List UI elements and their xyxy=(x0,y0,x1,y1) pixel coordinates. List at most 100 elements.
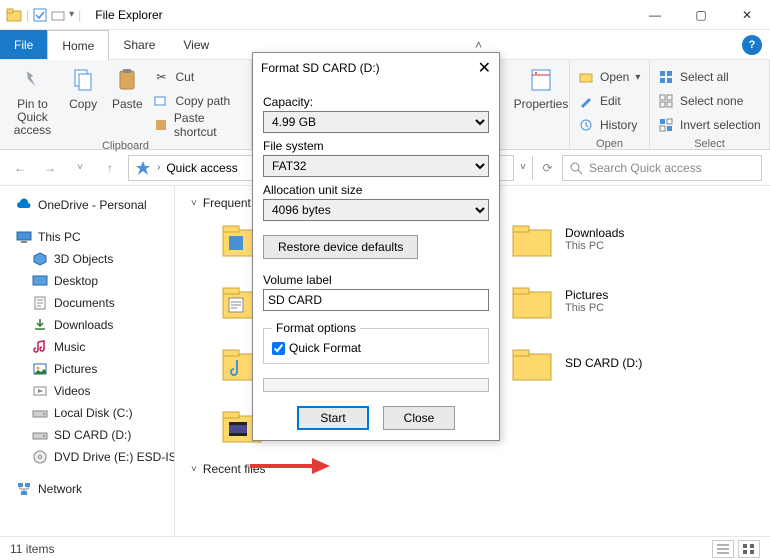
capacity-select[interactable]: 4.99 GB xyxy=(263,111,489,133)
folder-large-icon xyxy=(511,342,553,384)
search-box[interactable]: Search Quick access xyxy=(562,155,762,181)
title-bar: | ▾ | File Explorer — ▢ ✕ xyxy=(0,0,770,30)
quick-access-star-icon xyxy=(135,160,151,176)
edit-button[interactable]: Edit xyxy=(578,90,640,112)
tree-sd-card[interactable]: SD CARD (D:) xyxy=(4,424,170,446)
recent-dropdown[interactable]: ˅ xyxy=(68,156,92,180)
close-dialog-button[interactable]: Close xyxy=(383,406,455,430)
history-button[interactable]: History xyxy=(578,114,640,136)
tab-view[interactable]: View xyxy=(169,30,223,59)
filesystem-label: File system xyxy=(263,139,489,153)
minimize-button[interactable]: — xyxy=(632,0,678,30)
folder-icon xyxy=(6,7,22,23)
chevron-up-icon[interactable]: ˄ xyxy=(475,38,482,52)
paste-label: Paste xyxy=(112,98,143,111)
help-button[interactable]: ? xyxy=(742,35,762,55)
video-icon xyxy=(32,383,48,399)
quick-format-checkbox[interactable]: Quick Format xyxy=(272,341,480,355)
up-button[interactable]: ↑ xyxy=(98,156,122,180)
window-controls: — ▢ ✕ xyxy=(632,0,770,30)
tree-videos[interactable]: Videos xyxy=(4,380,170,402)
tree-onedrive[interactable]: OneDrive - Personal xyxy=(4,194,170,216)
folder-item[interactable]: PicturesThis PC xyxy=(511,280,741,322)
maximize-button[interactable]: ▢ xyxy=(678,0,724,30)
tree-this-pc[interactable]: This PC xyxy=(4,226,170,248)
dialog-title: Format SD CARD (D:) xyxy=(261,61,478,75)
address-dropdown-icon[interactable]: ˅ xyxy=(520,162,526,173)
properties-button[interactable]: Properties xyxy=(514,64,568,111)
pin-to-quick-access-button[interactable]: Pin to Quick access xyxy=(8,64,57,138)
tree-3d-objects[interactable]: 3D Objects xyxy=(4,248,170,270)
folder-small-icon[interactable] xyxy=(51,8,65,22)
music-icon xyxy=(32,339,48,355)
restore-defaults-button[interactable]: Restore device defaults xyxy=(263,235,418,259)
tree-documents[interactable]: Documents xyxy=(4,292,170,314)
cut-button[interactable]: ✂Cut xyxy=(153,66,243,88)
select-all-button[interactable]: Select all xyxy=(658,66,761,88)
select-none-button[interactable]: Select none xyxy=(658,90,761,112)
chevron-down-icon: ˅ xyxy=(191,464,197,475)
drive-icon xyxy=(32,427,48,443)
breadcrumb[interactable]: Quick access xyxy=(166,161,237,175)
invert-selection-button[interactable]: Invert selection xyxy=(658,114,761,136)
tree-local-disk[interactable]: Local Disk (C:) xyxy=(4,402,170,424)
select-none-icon xyxy=(658,93,674,109)
tree-downloads[interactable]: Downloads xyxy=(4,314,170,336)
group-label-clipboard: Clipboard xyxy=(8,138,243,152)
icons-view-button[interactable] xyxy=(738,540,760,558)
copy-button[interactable]: Copy xyxy=(65,64,101,111)
allocation-select[interactable]: 4096 bytes xyxy=(263,199,489,221)
folder-item[interactable]: DownloadsThis PC xyxy=(511,218,741,260)
pin-icon xyxy=(16,64,48,96)
tab-share[interactable]: Share xyxy=(109,30,169,59)
cube-icon xyxy=(32,251,48,267)
open-button[interactable]: Open▾ xyxy=(578,66,640,88)
tab-file[interactable]: File xyxy=(0,30,47,59)
paste-icon xyxy=(111,64,143,96)
dialog-titlebar: Format SD CARD (D:) ✕ xyxy=(253,53,499,83)
copy-label: Copy xyxy=(69,98,97,111)
tab-home[interactable]: Home xyxy=(47,30,109,60)
tree-pictures[interactable]: Pictures xyxy=(4,358,170,380)
navigation-pane[interactable]: OneDrive - Personal This PC 3D Objects D… xyxy=(0,186,175,536)
allocation-label: Allocation unit size xyxy=(263,183,489,197)
section-recent[interactable]: ˅Recent files xyxy=(191,462,754,476)
disc-icon xyxy=(32,449,48,465)
search-icon xyxy=(569,161,583,175)
ribbon-group-clipboard: Pin to Quick access Copy Paste ✂Cut Copy… xyxy=(0,60,252,149)
folder-item[interactable]: SD CARD (D:) xyxy=(511,342,741,384)
paste-shortcut-icon xyxy=(153,117,167,133)
folder-large-icon xyxy=(511,280,553,322)
forward-button[interactable]: → xyxy=(38,156,62,180)
filesystem-select[interactable]: FAT32 xyxy=(263,155,489,177)
chevron-right-icon: › xyxy=(157,162,160,173)
back-button[interactable]: ← xyxy=(8,156,32,180)
dialog-close-button[interactable]: ✕ xyxy=(478,58,491,78)
start-button[interactable]: Start xyxy=(297,406,369,430)
tree-network[interactable]: Network xyxy=(4,478,170,500)
tree-desktop[interactable]: Desktop xyxy=(4,270,170,292)
copy-path-button[interactable]: Copy path xyxy=(153,90,243,112)
progress-bar xyxy=(263,378,489,392)
history-icon xyxy=(578,117,594,133)
download-icon xyxy=(32,317,48,333)
search-placeholder: Search Quick access xyxy=(589,161,702,175)
edit-icon xyxy=(578,93,594,109)
network-icon xyxy=(16,481,32,497)
details-view-button[interactable] xyxy=(712,540,734,558)
group-label-select: Select xyxy=(658,136,761,150)
paste-shortcut-button[interactable]: Paste shortcut xyxy=(153,114,243,136)
ribbon-group-properties: Properties xyxy=(506,60,570,149)
tree-dvd-drive[interactable]: DVD Drive (E:) ESD-IS xyxy=(4,446,170,468)
refresh-button[interactable]: ⟳ xyxy=(532,156,556,180)
dropdown-icon[interactable]: ▾ xyxy=(69,9,74,20)
desktop-icon xyxy=(32,273,48,289)
volume-label-input[interactable] xyxy=(263,289,489,311)
checkbox-icon[interactable] xyxy=(33,8,47,22)
paste-button[interactable]: Paste xyxy=(109,64,145,111)
ribbon-group-open: Open▾ Edit History Open xyxy=(570,60,650,149)
quick-format-input[interactable] xyxy=(272,342,285,355)
close-button[interactable]: ✕ xyxy=(724,0,770,30)
format-options-legend: Format options xyxy=(272,321,360,335)
tree-music[interactable]: Music xyxy=(4,336,170,358)
